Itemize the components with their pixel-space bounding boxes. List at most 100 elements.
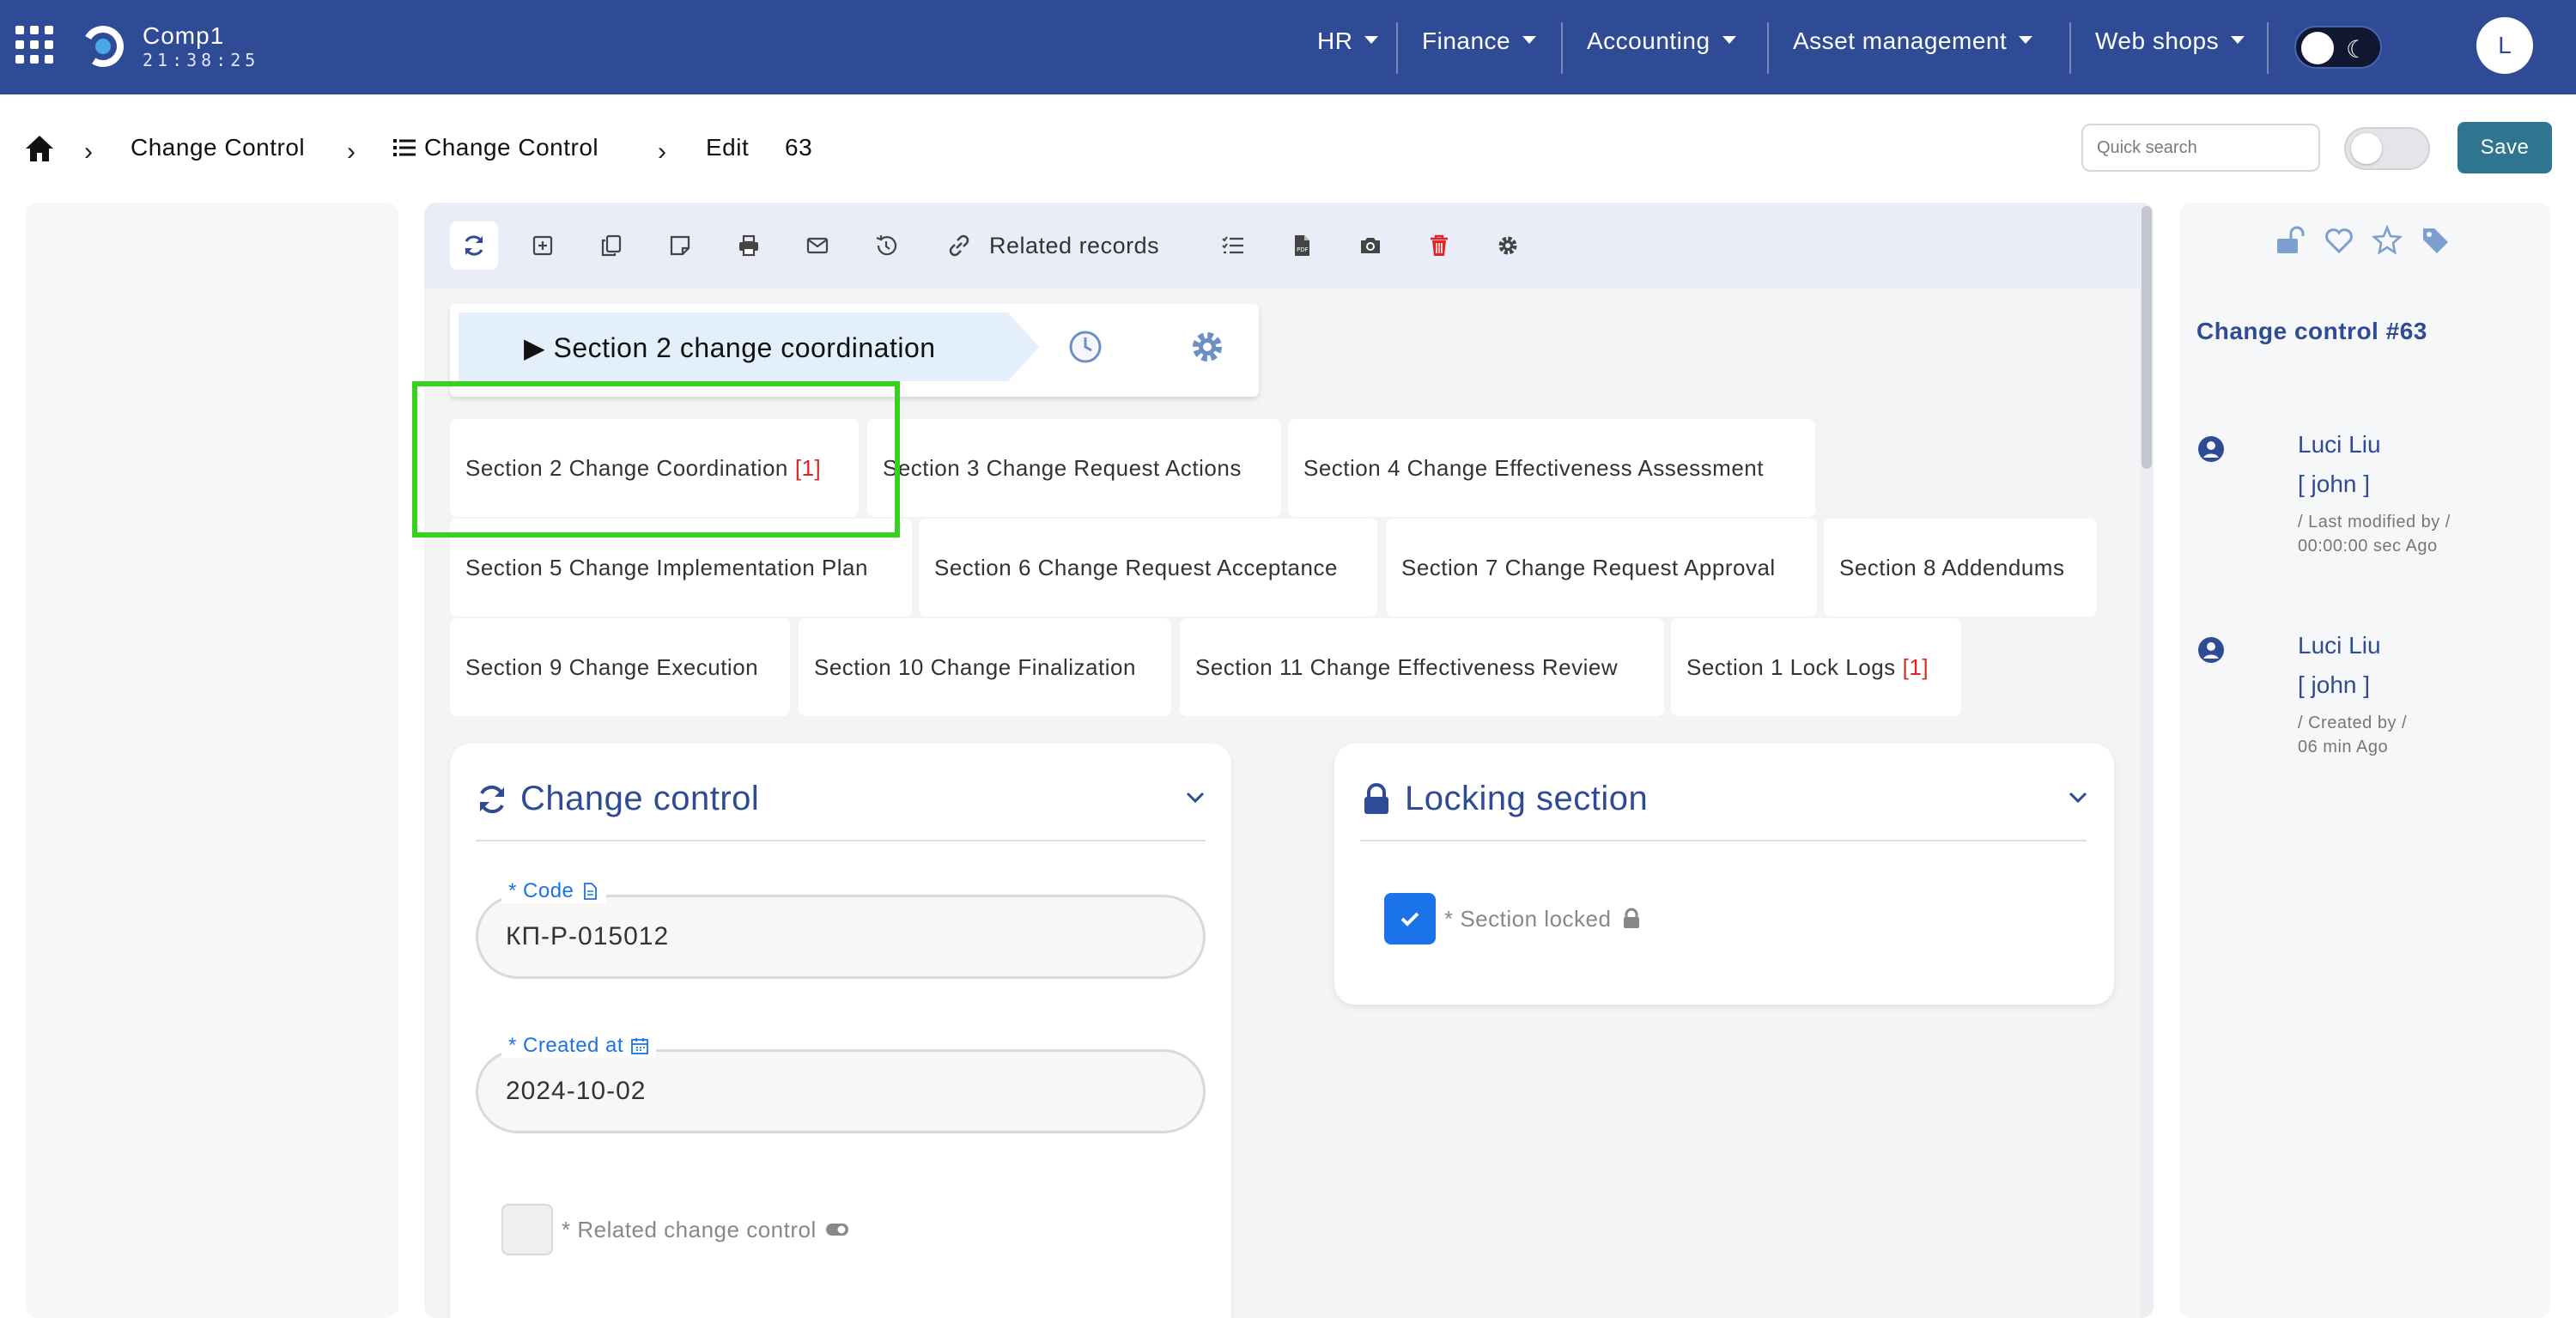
list-icon: [393, 138, 416, 156]
related-change-control-checkbox[interactable]: [501, 1204, 553, 1255]
code-label: * Code: [501, 879, 607, 903]
tab-section-7[interactable]: Section 7 Change Request Approval: [1386, 519, 1817, 616]
clock: 21:38:25: [143, 50, 260, 70]
user-name[interactable]: Luci Liu: [2298, 632, 2381, 659]
tab-section-5[interactable]: Section 5 Change Implementation Plan: [450, 519, 912, 616]
tab-section-1-lock-logs[interactable]: Section 1 Lock Logs [1]: [1671, 618, 1961, 716]
menu-divider: [1561, 22, 1563, 74]
menu-web-shops[interactable]: Web shops: [2095, 27, 2245, 55]
history-icon: [876, 235, 897, 256]
user-login[interactable]: [ john ]: [2298, 471, 2370, 498]
scrollbar-thumb[interactable]: [2142, 206, 2152, 469]
note-icon: [670, 235, 690, 256]
menu-divider: [1767, 22, 1769, 74]
svg-text:PDF: PDF: [1297, 246, 1309, 253]
created-at-input[interactable]: [476, 1049, 1206, 1133]
screenshot-button[interactable]: [1346, 222, 1394, 270]
tab-section-4[interactable]: Section 4 Change Effectiveness Assessmen…: [1288, 419, 1815, 517]
caret-down-icon: [2019, 36, 2033, 45]
email-icon: [806, 237, 829, 254]
tab-section-11[interactable]: Section 11 Change Effectiveness Review: [1180, 618, 1664, 716]
section-locked-checkbox[interactable]: [1384, 893, 1436, 944]
menu-accounting[interactable]: Accounting: [1587, 27, 1736, 55]
workflow-stage-bar: ▶ Section 2 change coordination: [450, 304, 1259, 397]
lock-icon: [1364, 782, 1388, 814]
chevron-right-icon: ›: [347, 137, 355, 166]
code-input[interactable]: [476, 895, 1206, 979]
checklist-icon: [1222, 236, 1243, 254]
card-title: Locking section: [1360, 780, 1648, 818]
gear-icon[interactable]: [1188, 328, 1226, 366]
copy-button[interactable]: [587, 222, 635, 270]
note-button[interactable]: [656, 222, 704, 270]
change-control-card: Change control * Code * Created at * Rel…: [450, 744, 1231, 1318]
card-divider: [476, 840, 1206, 841]
refresh-icon: [465, 235, 483, 256]
clock-icon[interactable]: [1066, 328, 1104, 366]
breadcrumb-module[interactable]: Change Control: [131, 134, 305, 161]
user-login[interactable]: [ john ]: [2298, 671, 2370, 699]
home-icon[interactable]: [24, 134, 55, 163]
tag-icon[interactable]: [2420, 225, 2451, 256]
chevron-right-icon: ›: [84, 137, 93, 166]
menu-divider: [1396, 22, 1398, 74]
user-name[interactable]: Luci Liu: [2298, 431, 2381, 459]
quick-search-input[interactable]: [2081, 124, 2320, 172]
pdf-button[interactable]: PDF: [1278, 222, 1326, 270]
user-avatar[interactable]: L: [2476, 17, 2533, 74]
menu-finance[interactable]: Finance: [1422, 27, 1537, 55]
add-button[interactable]: [519, 222, 567, 270]
chevron-down-icon[interactable]: [1183, 785, 1207, 809]
history-button[interactable]: [862, 222, 910, 270]
refresh-button[interactable]: [450, 222, 498, 270]
calendar-icon: [631, 1038, 648, 1054]
company-logo-icon[interactable]: [79, 22, 127, 70]
dark-mode-toggle[interactable]: ☾: [2294, 26, 2382, 69]
tab-section-3[interactable]: Section 3 Change Request Actions: [867, 419, 1281, 517]
breadcrumb-list[interactable]: Change Control: [393, 134, 598, 161]
card-divider: [1360, 840, 2087, 841]
entry-meta: / Last modified by /00:00:00 sec Ago: [2298, 513, 2451, 556]
created-at-label: * Created at: [501, 1034, 657, 1058]
menu-divider: [2267, 22, 2269, 74]
unlock-icon[interactable]: [2275, 225, 2306, 256]
add-icon: [532, 235, 553, 256]
star-icon[interactable]: [2372, 225, 2403, 256]
print-button[interactable]: [725, 222, 773, 270]
tab-section-2[interactable]: Section 2 Change Coordination [1]: [450, 419, 859, 517]
menu-divider: [2069, 22, 2071, 74]
tab-section-6[interactable]: Section 6 Change Request Acceptance: [919, 519, 1377, 616]
tab-section-9[interactable]: Section 9 Change Execution: [450, 618, 790, 716]
tab-count-badge: [1]: [1902, 654, 1929, 680]
trash-icon: [1431, 234, 1448, 256]
lock-icon: [1624, 908, 1640, 928]
save-button[interactable]: Save: [2458, 122, 2552, 173]
menu-asset-management[interactable]: Asset management: [1793, 27, 2033, 55]
caret-down-icon: [1722, 36, 1736, 45]
checklist-button[interactable]: [1209, 222, 1257, 270]
breadcrumb-edit: Edit: [706, 134, 750, 161]
apps-grid-icon[interactable]: [15, 26, 53, 64]
moon-icon: ☾: [2346, 36, 2368, 63]
caret-down-icon: [1364, 36, 1379, 45]
tab-section-10[interactable]: Section 10 Change Finalization: [799, 618, 1171, 716]
chevron-right-icon: ›: [658, 137, 666, 166]
chevron-down-icon[interactable]: [2066, 785, 2090, 809]
pdf-icon: PDF: [1295, 235, 1309, 256]
tab-count-badge: [1]: [794, 455, 822, 481]
tab-section-8[interactable]: Section 8 Addendums: [1824, 519, 2097, 616]
menu-hr[interactable]: HR: [1317, 27, 1379, 55]
left-sidebar: [26, 203, 398, 1318]
email-button[interactable]: [793, 222, 841, 270]
copy-icon: [601, 234, 622, 257]
user-circle-icon: [2198, 436, 2224, 462]
delete-button[interactable]: [1415, 222, 1463, 270]
card-title: Change control: [476, 780, 759, 818]
related-records-button[interactable]: Related records: [945, 222, 1159, 270]
toggle-knob: [2351, 133, 2382, 164]
view-mode-toggle[interactable]: [2344, 127, 2430, 170]
breadcrumb-record-id: 63: [785, 134, 813, 161]
heart-icon[interactable]: [2324, 225, 2354, 256]
settings-button[interactable]: [1484, 222, 1532, 270]
entry-meta: / Created by /06 min Ago: [2298, 714, 2408, 756]
